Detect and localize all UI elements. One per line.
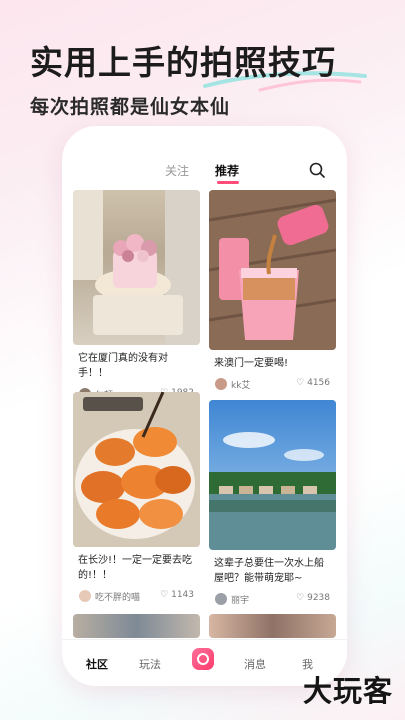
post-photo-lake-houses bbox=[209, 400, 336, 550]
search-icon[interactable] bbox=[309, 162, 325, 178]
post-title: 来澳门一定要喝! bbox=[214, 358, 289, 369]
post-author[interactable]: 吃不胖的喵 bbox=[95, 590, 140, 603]
like-count-value: 1143 bbox=[171, 590, 194, 600]
post-title: 在长沙!！一定一定要去吃的!！！ bbox=[78, 555, 193, 581]
avatar[interactable] bbox=[215, 378, 227, 390]
post-card[interactable]: 这辈子总要住一次水上船屋吧？能带萌宠耶~ 丽宇 ♡ 9238 bbox=[209, 400, 336, 608]
camera-icon[interactable] bbox=[192, 648, 214, 670]
nav-play[interactable]: 玩法 bbox=[139, 656, 161, 672]
heart-icon: ♡ bbox=[296, 593, 308, 603]
post-photo-partial bbox=[209, 614, 336, 638]
post-author[interactable]: kk艾 bbox=[231, 378, 250, 391]
nav-community[interactable]: 社区 bbox=[86, 656, 108, 672]
post-card[interactable]: 它在厦门真的没有对手！！ 尔顿 ♡ 1982 bbox=[73, 190, 200, 403]
post-author[interactable]: 丽宇 bbox=[231, 593, 249, 606]
promo-subline: 每次拍照都是仙女本仙 bbox=[30, 96, 231, 118]
heart-icon: ♡ bbox=[296, 378, 308, 388]
brand-logo: 大玩客 bbox=[302, 674, 393, 708]
heart-icon: ♡ bbox=[160, 590, 172, 600]
post-meta: 吃不胖的喵 ♡ 1143 bbox=[73, 589, 200, 605]
post-photo-partial bbox=[73, 614, 200, 638]
post-title: 这辈子总要住一次水上船屋吧？能带萌宠耶~ bbox=[214, 558, 324, 584]
post-photo-crabs bbox=[73, 392, 200, 547]
post-photo-drink bbox=[209, 190, 336, 350]
like-count-value: 9238 bbox=[307, 593, 330, 603]
avatar[interactable] bbox=[79, 590, 91, 602]
tab-recommended[interactable]: 推荐 bbox=[215, 162, 239, 179]
post-title: 它在厦门真的没有对手！！ bbox=[78, 353, 168, 379]
phone-mockup: 关注 推荐 它在厦门真的没有对手！！ 来澳门一定要喝! kk艾 ♡ 4156 在… bbox=[62, 126, 347, 686]
avatar[interactable] bbox=[215, 593, 227, 605]
nav-messages[interactable]: 消息 bbox=[244, 656, 266, 672]
like-count[interactable]: ♡ 4156 bbox=[296, 378, 330, 388]
like-count[interactable]: ♡ 1143 bbox=[160, 590, 194, 600]
post-card[interactable] bbox=[73, 614, 200, 638]
post-meta: 丽宇 ♡ 9238 bbox=[209, 592, 336, 608]
post-meta: kk艾 ♡ 4156 bbox=[209, 377, 336, 393]
post-card[interactable]: 在长沙!！一定一定要去吃的!！！ 吃不胖的喵 ♡ 1143 bbox=[73, 392, 200, 605]
active-tab-indicator bbox=[217, 181, 239, 184]
like-count[interactable]: ♡ 9238 bbox=[296, 593, 330, 603]
promo-headline: 实用上手的拍照技巧 bbox=[30, 43, 336, 82]
feed-tabs: 关注 推荐 bbox=[62, 162, 347, 186]
post-card[interactable] bbox=[209, 614, 336, 638]
post-photo-cake bbox=[73, 190, 200, 345]
tab-following[interactable]: 关注 bbox=[165, 162, 189, 179]
like-count-value: 4156 bbox=[307, 378, 330, 388]
post-card[interactable]: 来澳门一定要喝! kk艾 ♡ 4156 bbox=[209, 190, 336, 393]
